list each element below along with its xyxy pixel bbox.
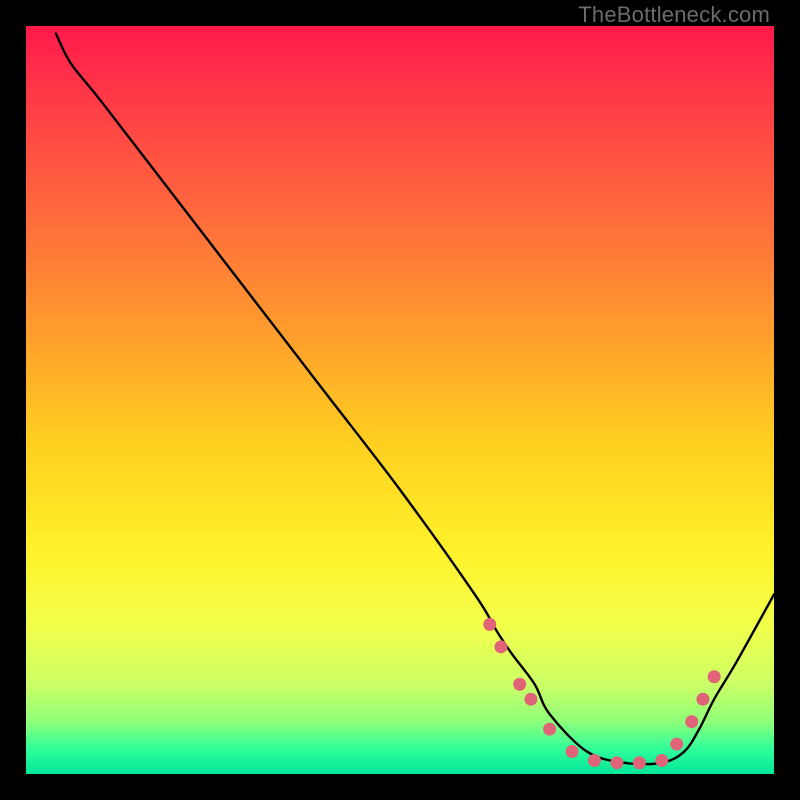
chart-svg bbox=[26, 26, 774, 774]
data-marker bbox=[610, 756, 623, 769]
data-marker bbox=[633, 756, 646, 769]
data-marker bbox=[566, 745, 579, 758]
data-marker bbox=[543, 723, 556, 736]
gradient-strip-group bbox=[26, 26, 774, 774]
chart-frame bbox=[26, 26, 774, 774]
data-marker bbox=[524, 693, 537, 706]
data-marker bbox=[685, 715, 698, 728]
data-marker bbox=[513, 678, 526, 691]
data-marker bbox=[670, 738, 683, 751]
data-marker bbox=[655, 754, 668, 767]
watermark-label: TheBottleneck.com bbox=[578, 2, 770, 28]
data-marker bbox=[696, 693, 709, 706]
data-marker bbox=[708, 670, 721, 683]
data-marker bbox=[483, 618, 496, 631]
data-marker bbox=[494, 640, 507, 653]
data-marker bbox=[588, 754, 601, 767]
